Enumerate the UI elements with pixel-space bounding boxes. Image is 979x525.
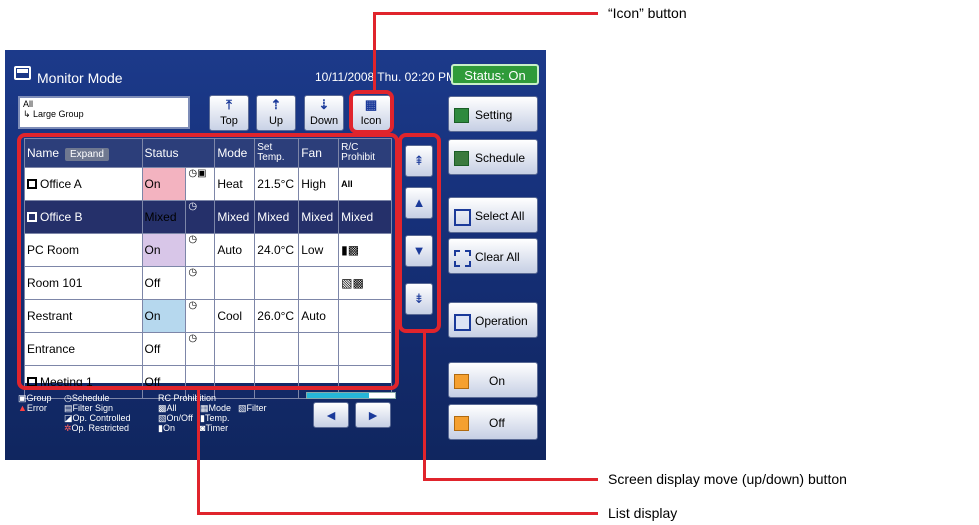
select-all-label: Select All	[475, 209, 525, 223]
clear-all-icon	[454, 250, 471, 267]
scroll-callout-line-v	[423, 333, 426, 480]
down-arrow-icon: ⇣	[318, 97, 330, 112]
list-callout-line-v	[197, 390, 200, 514]
group-all-label: All	[23, 99, 34, 109]
screen-move-callout: Screen display move (up/down) button	[608, 471, 847, 487]
icon-button-callout: “Icon” button	[608, 5, 687, 21]
clear-all-label: Clear All	[475, 250, 520, 264]
up-label: Up	[268, 115, 284, 127]
select-all-button[interactable]: Select All	[448, 197, 538, 233]
legend-error: ▲Error	[18, 403, 47, 413]
select-all-icon	[454, 209, 471, 226]
scroll-callout-line-h	[423, 478, 598, 481]
legend-schedule: ◷Schedule	[64, 393, 110, 403]
legend-temp: ▮Temp.	[200, 413, 230, 423]
on-lamp-icon	[454, 374, 469, 389]
down-button[interactable]: ⇣ Down	[304, 95, 344, 131]
list-display-callout: List display	[608, 505, 678, 521]
down-label: Down	[309, 115, 339, 127]
legend-op-controlled: ◪Op. Controlled	[64, 413, 131, 423]
page-title: Monitor Mode	[37, 70, 123, 86]
clear-all-button[interactable]: Clear All	[448, 238, 538, 274]
legend-timer: ◙Timer	[200, 423, 229, 433]
scroll-buttons-highlight	[398, 133, 441, 333]
calendar-icon	[454, 151, 469, 166]
datetime-display: 10/11/2008 Thu. 02:20 PM	[315, 70, 456, 84]
operation-button[interactable]: Operation	[448, 302, 538, 338]
page-right-button[interactable]: ►	[355, 402, 391, 428]
setting-icon	[454, 108, 469, 123]
setting-label: Setting	[475, 108, 513, 122]
list-callout-line-h	[197, 512, 598, 515]
operation-label: Operation	[475, 314, 528, 328]
left-arrow-icon: ◄	[324, 407, 338, 423]
schedule-button[interactable]: Schedule	[448, 139, 538, 175]
icon-callout-line-h	[373, 12, 598, 15]
status-badge[interactable]: Status: On	[451, 64, 539, 85]
legend-group: ▣Group	[18, 393, 52, 403]
top-button[interactable]: ⤒ Top	[209, 95, 249, 131]
right-arrow-icon: ►	[366, 407, 380, 423]
legend-filter: ▤Filter Sign	[64, 403, 114, 413]
progress-fill	[307, 393, 369, 398]
setting-button[interactable]: Setting	[448, 96, 538, 132]
page-progress-bar	[306, 392, 396, 399]
icon-button-highlight	[349, 90, 394, 134]
top-arrow-icon: ⤒	[226, 97, 232, 112]
off-label: Off	[489, 416, 505, 430]
on-button[interactable]: On	[448, 362, 538, 398]
legend-rc-title: RC Prohibition	[158, 393, 217, 403]
monitor-icon	[14, 66, 31, 80]
operation-icon	[454, 314, 471, 331]
on-label: On	[489, 374, 506, 388]
off-lamp-icon	[454, 416, 469, 431]
group-selector[interactable]: All ↳ Large Group	[18, 96, 190, 129]
up-button[interactable]: ⇡ Up	[256, 95, 296, 131]
off-button[interactable]: Off	[448, 404, 538, 440]
page-left-button[interactable]: ◄	[313, 402, 349, 428]
top-label: Top	[220, 115, 238, 127]
schedule-label: Schedule	[475, 151, 526, 165]
up-arrow-icon: ⇡	[270, 97, 282, 112]
list-display-highlight	[17, 133, 399, 390]
icon-callout-line-v	[373, 12, 376, 90]
legend-op-restricted: ✲Op. Restricted	[64, 423, 130, 433]
group-large-label: ↳ Large Group	[23, 109, 84, 119]
legend-filter-rc: ▧Filter	[238, 403, 267, 413]
